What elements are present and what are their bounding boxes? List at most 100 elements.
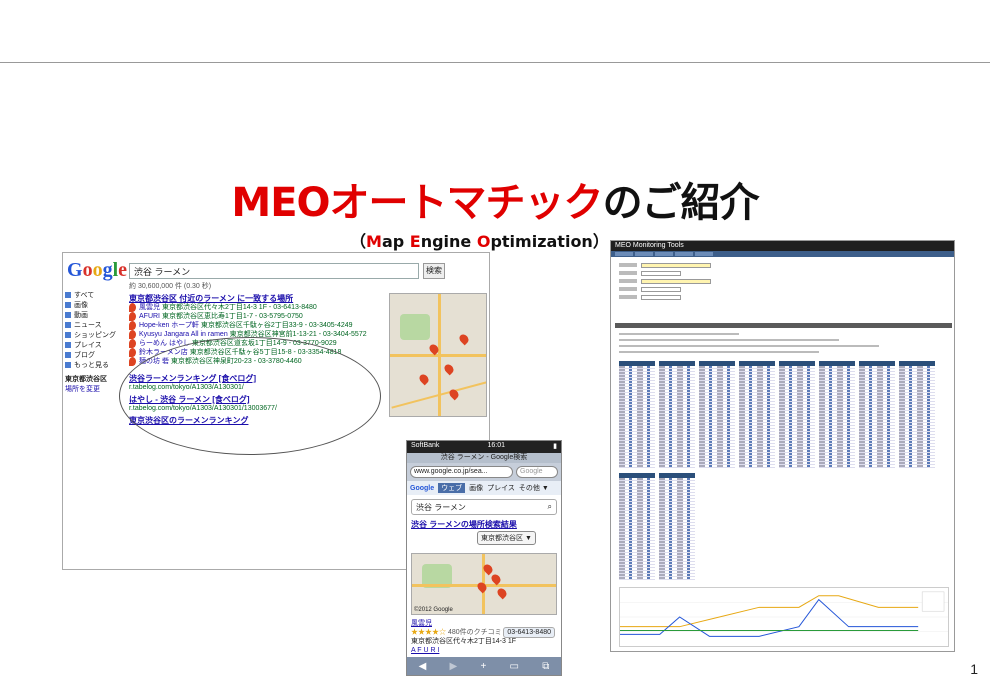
tool-input[interactable] [641, 287, 681, 292]
news-icon [65, 322, 71, 329]
subtitle-word-ptimization: ptimization [490, 232, 593, 251]
sidebar-item-news[interactable]: ニュース [65, 321, 127, 331]
ranking-table [859, 361, 895, 468]
map-pin-icon [442, 362, 456, 376]
map-credit: ©2012 Google [414, 607, 453, 613]
local-results-heading[interactable]: 東京都渋谷区 付近のラーメン に一致する場所 [129, 294, 387, 303]
phone-url-bar: www.google.co.jp/sea... Google [407, 463, 561, 481]
map-pin-icon [475, 580, 489, 594]
local-result[interactable]: Hope-ken ホープ軒 東京都渋谷区千駄ヶ谷2丁目33-9 - 03-340… [129, 321, 387, 330]
header-rule [0, 62, 990, 63]
area-select[interactable]: 東京都渋谷区 ▼ [477, 531, 536, 545]
phone-google-search[interactable]: Google [516, 466, 558, 478]
tab-places[interactable]: プレイス [487, 483, 515, 493]
tab-more[interactable]: その他 ▼ [519, 483, 549, 493]
ranking-table [899, 361, 935, 468]
page-title: MEOオートマチックのご紹介 [0, 170, 990, 228]
ranking-table [659, 361, 695, 468]
phone-toolbar: ◀ ▶ + ▭ ⧉ [407, 657, 561, 675]
shopping-icon [65, 332, 71, 339]
ranking-table [819, 361, 855, 468]
subtitle-paren-close: ） [592, 232, 609, 251]
title-red-part: MEOオートマチック [231, 180, 603, 226]
serp-search-input[interactable]: 渋谷 ラーメン [129, 263, 419, 279]
google-logo: Google [67, 259, 128, 281]
tool-search-form [619, 263, 759, 303]
page-number: 1 [970, 661, 978, 677]
serp-stats: 約 30,600,000 件 (0.30 秒) [129, 283, 212, 290]
map-pin-icon [457, 332, 471, 346]
phone-call-button[interactable]: 03-6413-8480 [503, 627, 555, 638]
tool-results-bar [615, 323, 952, 328]
subtitle-paren-open: （ [350, 232, 367, 251]
tab-web[interactable]: ウェブ [438, 483, 466, 493]
images-icon [65, 302, 71, 309]
map-pin-icon [129, 330, 136, 339]
tabs-icon[interactable]: ⧉ [542, 661, 549, 672]
places-icon [65, 342, 71, 349]
phone-google-nav: Google ウェブ 画像 プレイス その他 ▼ [407, 481, 561, 495]
phone-local-heading[interactable]: 渋谷 ラーメンの場所検索結果 [411, 519, 557, 530]
ranking-table [779, 361, 815, 468]
sidebar-item-all[interactable]: すべて [65, 291, 127, 301]
back-icon[interactable]: ◀ [419, 661, 427, 672]
local-result[interactable]: 風雲児 東京都渋谷区代々木2丁目14-3 1F - 03-6413-8480 [129, 303, 387, 312]
ranking-table [659, 473, 695, 580]
tool-input[interactable] [641, 271, 681, 276]
tool-tabs [611, 251, 954, 257]
local-result[interactable]: AFURI 東京都渋谷区恵比寿1丁目1-7 - 03-5795-0750 [129, 312, 387, 321]
phone-status-bar: SoftBank 16:01 ▮ [407, 441, 561, 453]
ranking-table [619, 361, 655, 468]
tool-input[interactable] [641, 263, 711, 268]
map-pin-icon [129, 339, 136, 348]
clock: 16:01 [487, 442, 506, 449]
phone-map[interactable]: ©2012 Google [411, 553, 557, 615]
sidebar-item-more[interactable]: もっと見る [65, 361, 127, 371]
phone-url-input[interactable]: www.google.co.jp/sea... [410, 466, 513, 478]
sidebar-change-location[interactable]: 場所を変更 [65, 385, 127, 395]
ranking-table [619, 473, 655, 580]
serp-search-button[interactable]: 検索 [423, 263, 445, 279]
tool-input[interactable] [641, 279, 711, 284]
map-pin-icon [129, 303, 136, 312]
carrier-label: SoftBank [411, 442, 440, 449]
more-icon [65, 362, 71, 369]
blogs-icon [65, 352, 71, 359]
sidebar-region: 東京都渋谷区 [65, 376, 107, 383]
ranking-table [699, 361, 735, 468]
sidebar-item-images[interactable]: 画像 [65, 301, 127, 311]
map-pin-icon [129, 321, 136, 330]
sidebar-item-shopping[interactable]: ショッピング [65, 331, 127, 341]
ranking-table [739, 361, 775, 468]
meo-monitoring-tool-screenshot: MEO Monitoring Tools [610, 240, 955, 652]
phone-page-title: 渋谷 ラーメン - Google検索 [407, 453, 561, 463]
battery-icon: ▮ [553, 443, 557, 450]
highlight-ellipse [119, 337, 381, 455]
title-black-part: のご紹介 [602, 180, 760, 226]
subtitle-letter-e: E [409, 232, 421, 251]
sidebar-item-places[interactable]: プレイス [65, 341, 127, 351]
map-pin-icon [495, 586, 509, 600]
smartphone-screenshot: SoftBank 16:01 ▮ 渋谷 ラーメン - Google検索 www.… [406, 440, 562, 676]
serp-sidebar: すべて 画像 動画 ニュース ショッピング プレイス ブログ もっと見る 東京都… [65, 291, 127, 395]
serp-map-thumbnail[interactable] [389, 293, 487, 417]
phone-query-text: 渋谷 ラーメン [416, 503, 466, 512]
map-pin-icon [417, 372, 431, 386]
add-icon[interactable]: + [480, 661, 486, 672]
sidebar-item-videos[interactable]: 動画 [65, 311, 127, 321]
bookmarks-icon[interactable]: ▭ [510, 661, 519, 672]
subtitle-word-ap: ap [381, 232, 410, 251]
tool-header: MEO Monitoring Tools [611, 241, 954, 251]
subtitle-word-ngine: ngine [420, 232, 477, 251]
forward-icon[interactable]: ▶ [450, 661, 458, 672]
phone-query-bar[interactable]: 渋谷 ラーメン ⌕ [411, 499, 557, 515]
all-icon [65, 292, 71, 299]
search-icon[interactable]: ⌕ [548, 502, 552, 512]
map-pin-icon [129, 357, 136, 366]
map-pin-icon [129, 312, 136, 321]
subtitle-letter-m: M [366, 232, 382, 251]
sidebar-item-blogs[interactable]: ブログ [65, 351, 127, 361]
tab-images[interactable]: 画像 [469, 483, 483, 493]
tool-input[interactable] [641, 295, 681, 300]
ranking-line-chart [619, 587, 949, 647]
